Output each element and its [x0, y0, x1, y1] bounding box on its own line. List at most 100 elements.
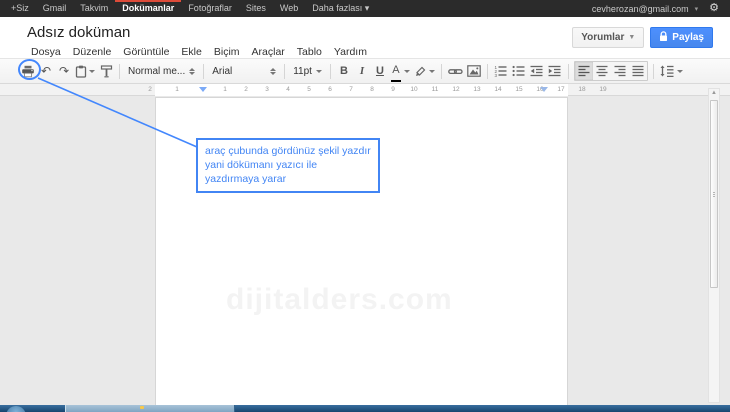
align-center-button[interactable] — [593, 62, 611, 80]
text-color-button[interactable]: A — [389, 61, 412, 81]
lock-icon — [659, 31, 668, 45]
comments-label: Yorumlar — [581, 32, 624, 43]
chevron-down-icon — [89, 70, 95, 73]
watermark-text: dijitalders.com — [226, 283, 453, 317]
annotation-callout: araç çubunda gördünüz şekil yazdır yani … — [196, 138, 380, 193]
toolbar-separator — [119, 64, 120, 79]
topbar-item-3[interactable]: Dokümanlar — [115, 0, 181, 17]
taskbar-window-button[interactable] — [65, 405, 235, 412]
chevron-down-icon — [316, 70, 322, 73]
ruler-number: 13 — [473, 86, 480, 93]
taskbar-notification-dot — [140, 406, 144, 409]
topbar-right: cevherozan@gmail.com ▾ ⚙ — [592, 0, 730, 17]
ruler-number: 8 — [370, 86, 374, 93]
toolbar-separator — [653, 64, 654, 79]
underline-button[interactable]: U — [371, 61, 389, 81]
account-email[interactable]: cevherozan@gmail.com — [592, 4, 689, 14]
alignment-group — [574, 61, 648, 81]
start-button[interactable] — [6, 406, 26, 412]
scrollbar-grip — [713, 192, 715, 197]
chevron-down-icon: ▼ — [628, 34, 635, 41]
bold-button[interactable]: B — [335, 61, 353, 81]
ruler-number: 4 — [286, 86, 290, 93]
google-black-bar: +SizGmailTakvimDokümanlarFotoğraflarSite… — [0, 0, 730, 17]
topbar-nav: +SizGmailTakvimDokümanlarFotoğraflarSite… — [0, 0, 376, 17]
svg-text:3: 3 — [495, 73, 498, 77]
undo-button[interactable]: ↶ — [37, 61, 55, 81]
ruler-number: 7 — [349, 86, 353, 93]
scroll-up-arrow-icon[interactable]: ▲ — [709, 90, 719, 96]
toolbar-separator — [568, 64, 569, 79]
ruler-number: 2 — [148, 86, 152, 93]
toolbar-separator — [284, 64, 285, 79]
google-docs-window: +SizGmailTakvimDokümanlarFotoğraflarSite… — [0, 0, 730, 412]
account-caret-icon[interactable]: ▾ — [695, 5, 699, 13]
italic-button[interactable]: I — [353, 61, 371, 81]
toolbar-separator — [441, 64, 442, 79]
topbar-item-2[interactable]: Takvim — [73, 0, 115, 17]
web-clipboard-button[interactable] — [73, 61, 97, 81]
styles-dropdown[interactable]: Normal me... — [124, 61, 199, 81]
font-dropdown[interactable]: Arial — [208, 61, 280, 81]
chevron-down-icon — [404, 70, 410, 73]
styles-value: Normal me... — [128, 66, 185, 77]
font-value: Arial — [212, 66, 232, 77]
redo-button[interactable]: ↷ — [55, 61, 73, 81]
justify-button[interactable] — [629, 62, 647, 80]
print-button[interactable] — [19, 61, 37, 81]
topbar-item-6[interactable]: Web — [273, 0, 305, 17]
toolbar-separator — [487, 64, 488, 79]
ruler[interactable]: 2112345678910111213141516171819 — [0, 84, 730, 96]
scrollbar-thumb[interactable] — [710, 100, 718, 288]
highlight-color-button[interactable] — [412, 61, 437, 81]
updown-caret-icon — [189, 68, 195, 75]
topbar-item-0[interactable]: +Siz — [4, 0, 36, 17]
ruler-number: 6 — [328, 86, 332, 93]
increase-indent-button[interactable] — [546, 61, 564, 81]
ruler-number: 19 — [599, 86, 606, 93]
windows-taskbar[interactable] — [0, 405, 730, 412]
chevron-down-icon — [429, 70, 435, 73]
insert-image-button[interactable] — [465, 61, 483, 81]
toolbar-separator — [330, 64, 331, 79]
comments-button[interactable]: Yorumlar ▼ — [572, 27, 644, 48]
font-size-dropdown[interactable]: 11pt — [289, 61, 326, 81]
share-label: Paylaş — [672, 32, 704, 43]
toolbar-separator — [203, 64, 204, 79]
font-size-value: 11pt — [293, 66, 312, 77]
topbar-item-7[interactable]: Daha fazlası ▾ — [305, 0, 376, 17]
left-indent-marker[interactable] — [199, 87, 207, 92]
right-indent-marker[interactable] — [540, 87, 548, 92]
decrease-indent-button[interactable] — [528, 61, 546, 81]
updown-caret-icon — [270, 68, 276, 75]
ruler-number: 5 — [307, 86, 311, 93]
ruler-page-area — [155, 84, 568, 96]
insert-link-button[interactable] — [446, 61, 465, 81]
align-right-button[interactable] — [611, 62, 629, 80]
toolbar: ↶ ↷ Normal me... Arial 11pt B I U A — [0, 58, 730, 84]
align-left-button[interactable] — [575, 62, 593, 80]
ruler-number: 1 — [223, 86, 227, 93]
bulleted-list-button[interactable] — [510, 61, 528, 81]
header-buttons: Yorumlar ▼ Paylaş — [572, 27, 713, 48]
ruler-number: 3 — [265, 86, 269, 93]
ruler-number: 2 — [244, 86, 248, 93]
ruler-number: 15 — [515, 86, 522, 93]
topbar-item-4[interactable]: Fotoğraflar — [181, 0, 239, 17]
ruler-number: 11 — [432, 86, 439, 93]
line-spacing-button[interactable] — [658, 61, 685, 81]
ruler-number: 17 — [557, 86, 564, 93]
ruler-number: 12 — [452, 86, 459, 93]
numbered-list-button[interactable]: 123 — [492, 61, 510, 81]
vertical-scrollbar[interactable]: ▲ — [708, 88, 720, 403]
topbar-item-1[interactable]: Gmail — [36, 0, 74, 17]
gear-icon[interactable]: ⚙ — [704, 0, 724, 17]
annotation-text: araç çubunda gördünüz şekil yazdır yani … — [205, 144, 371, 186]
paint-format-button[interactable] — [97, 61, 115, 81]
ruler-number: 10 — [410, 86, 417, 93]
ruler-number: 1 — [175, 86, 179, 93]
ruler-number: 9 — [391, 86, 395, 93]
document-title[interactable]: Adsız doküman — [27, 24, 130, 41]
share-button[interactable]: Paylaş — [650, 27, 713, 48]
topbar-item-5[interactable]: Sites — [239, 0, 273, 17]
